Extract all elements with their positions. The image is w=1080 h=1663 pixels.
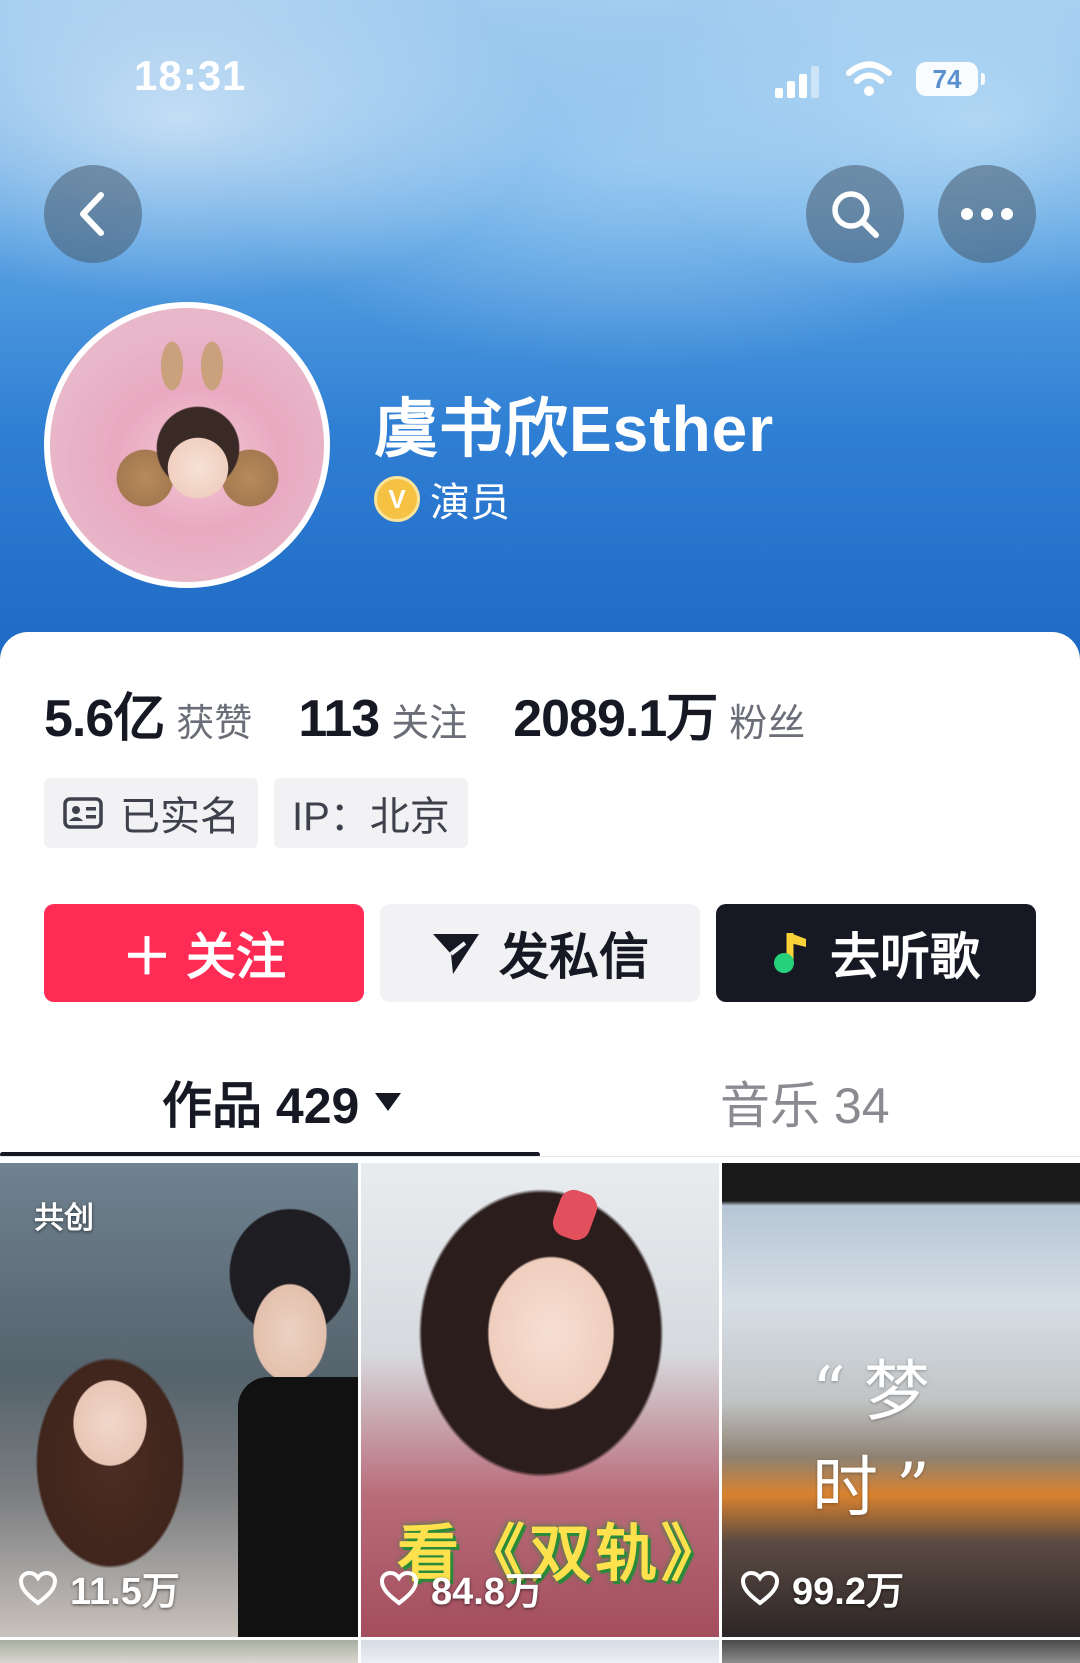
video-overlay-text: “梦 时” [812, 1353, 948, 1526]
id-card-icon [63, 797, 103, 829]
message-label: 发私信 [499, 929, 649, 985]
stats-row: 5.6亿 获赞 113 关注 2089.1万 粉丝 [44, 676, 851, 751]
verification-text: 演员 [430, 481, 510, 525]
likes-count: 11.5万 [70, 1571, 180, 1613]
video-card[interactable] [0, 1640, 358, 1663]
follow-label: ＋ 关注 [122, 929, 286, 985]
real-name-tag: 已实名 [44, 778, 258, 848]
send-icon [433, 934, 479, 974]
listen-music-label: 去听歌 [830, 929, 980, 985]
heart-icon [379, 1570, 419, 1606]
action-buttons: ＋ 关注 发私信 去听歌 [44, 904, 1036, 1002]
back-button[interactable] [44, 165, 142, 263]
battery-icon: 74 [916, 62, 985, 96]
video-likes: 11.5万 [18, 1560, 180, 1615]
status-time: 18:31 [134, 52, 247, 99]
stat-label: 粉丝 [729, 703, 806, 745]
stat-likes[interactable]: 5.6亿 获赞 [44, 676, 252, 751]
message-button[interactable]: 发私信 [380, 904, 700, 1002]
back-icon [80, 192, 104, 236]
stat-label: 获赞 [176, 703, 253, 745]
stat-label: 关注 [391, 703, 468, 745]
video-card[interactable] [722, 1640, 1080, 1663]
stat-following[interactable]: 113 关注 [298, 689, 467, 749]
tab-divider [0, 1156, 1080, 1157]
status-bar: 18:31 74 [0, 0, 1080, 160]
video-grid-next-row [0, 1640, 1080, 1663]
tab-works[interactable]: 作品 429 [162, 1066, 403, 1138]
ip-tag: IP：北京 [274, 778, 468, 848]
stat-number: 2089.1万 [513, 690, 718, 748]
video-likes: 84.8万 [379, 1560, 543, 1615]
profile-banner: 18:31 74 虞书欣Esther V 演员 [0, 0, 1080, 660]
video-card[interactable]: “梦 时” 99.2万 [722, 1163, 1080, 1637]
search-button[interactable] [806, 165, 904, 263]
tab-music-label: 音乐 34 [720, 1078, 890, 1134]
more-icon [961, 208, 1013, 220]
video-card[interactable]: 共创 11.5万 [0, 1163, 358, 1637]
stat-number: 113 [298, 690, 380, 748]
search-icon [832, 191, 879, 238]
listen-music-button[interactable]: 去听歌 [716, 904, 1036, 1002]
nickname: 虞书欣Esther [374, 393, 775, 465]
signal-icon [775, 66, 821, 98]
music-note-icon [774, 933, 806, 973]
tab-works-label: 作品 429 [162, 1078, 360, 1134]
likes-count: 99.2万 [792, 1571, 904, 1613]
heart-icon [740, 1570, 780, 1606]
caret-down-icon [375, 1093, 402, 1111]
avatar[interactable] [44, 302, 330, 588]
stat-followers[interactable]: 2089.1万 粉丝 [513, 676, 805, 751]
real-name-text: 已实名 [120, 795, 240, 839]
video-card[interactable] [361, 1640, 719, 1663]
content-tabs: 作品 429 音乐 34 [0, 1046, 1080, 1157]
follow-button[interactable]: ＋ 关注 [44, 904, 364, 1002]
likes-count: 84.8万 [431, 1571, 543, 1613]
co-creation-label: 共创 [34, 1202, 94, 1235]
verification: V 演员 [374, 470, 510, 528]
video-grid: 共创 11.5万 看《双轨》 84.8万 “梦 时” 99.2万 [0, 1163, 1080, 1637]
more-button[interactable] [938, 165, 1036, 263]
tags-row: 已实名 IP：北京 [44, 778, 468, 848]
ip-text: IP：北京 [292, 795, 450, 839]
verified-badge-icon: V [374, 476, 420, 522]
stat-number: 5.6亿 [44, 690, 165, 748]
heart-icon [18, 1570, 58, 1606]
tab-music[interactable]: 音乐 34 [720, 1066, 890, 1138]
video-likes: 99.2万 [740, 1560, 904, 1615]
wifi-icon [846, 61, 892, 96]
video-card[interactable]: 看《双轨》 84.8万 [361, 1163, 719, 1637]
